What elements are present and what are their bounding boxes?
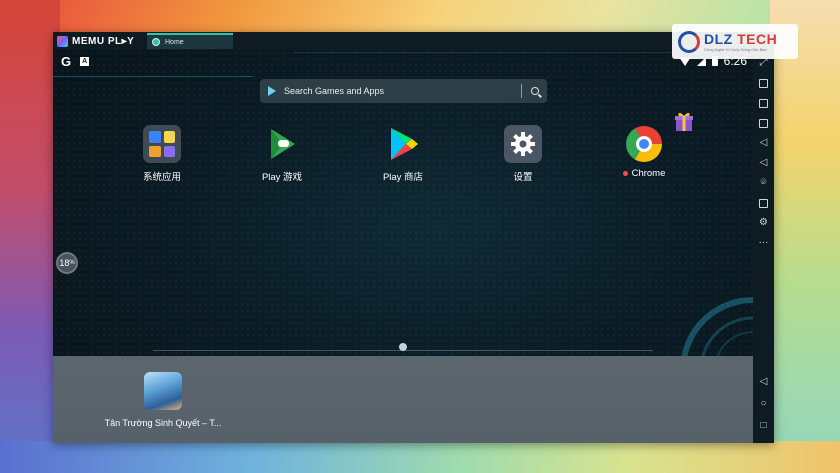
back-icon[interactable]: ◁	[757, 375, 771, 389]
app-notification-icon: A	[80, 57, 90, 66]
tab-home[interactable]: Home	[147, 33, 233, 49]
home-icon[interactable]: ○	[757, 397, 771, 411]
app-label: Play 游戏	[261, 172, 303, 183]
app-dock: Tân Trường Sinh Quyết – T...	[53, 356, 753, 443]
dock-app-label: Tân Trường Sinh Quyết – T...	[104, 418, 222, 428]
settings-icon[interactable]: ⚙	[757, 216, 771, 230]
hud-decoration	[293, 52, 693, 53]
keyboard-icon[interactable]	[757, 76, 771, 90]
memu-logo: MEMU PL▸Y	[53, 35, 147, 47]
gift-icon[interactable]	[673, 110, 695, 132]
app-system-apps[interactable]: 系统应用	[122, 125, 202, 183]
app-label: Play 商店	[382, 172, 424, 183]
folder-icon[interactable]	[757, 196, 771, 210]
system-apps-folder-icon	[143, 125, 181, 163]
screenshot-icon[interactable]	[757, 96, 771, 110]
search-icon[interactable]	[531, 87, 539, 95]
memu-logo-icon	[57, 35, 68, 47]
rotate-icon[interactable]	[757, 116, 771, 130]
watermark-subtitle: Công Nghệ Vì Cuộc Sống Của Bạn	[704, 47, 767, 52]
play-store-icon	[391, 128, 418, 160]
app-label: Chrome	[622, 168, 665, 179]
more-icon[interactable]: ···	[757, 236, 771, 250]
emulator-titlebar: MEMU PL▸Y Home	[53, 32, 774, 50]
android-nav-buttons: ◁ ○ □	[753, 375, 774, 433]
app-play-games[interactable]: Play 游戏	[242, 125, 322, 183]
memu-emulator-window: MEMU PL▸Y Home G A 6:26 Search Games and…	[53, 32, 774, 443]
side-toolbar: ⤢ ◁ ◁ ⌾ ⚙ ··· ◁ ○ □	[753, 50, 774, 443]
google-notification-icon: G	[61, 54, 72, 69]
desktop-wallpaper-bottom	[0, 441, 840, 473]
recents-icon[interactable]: □	[757, 419, 771, 433]
page-indicator-dot[interactable]	[399, 343, 407, 351]
play-games-icon	[271, 129, 295, 159]
settings-gear-icon	[504, 125, 542, 163]
location-icon[interactable]: ⌾	[757, 176, 771, 190]
search-divider	[521, 84, 522, 98]
search-input[interactable]: Search Games and Apps	[284, 86, 521, 96]
cleanup-progress-badge[interactable]: 18%	[56, 252, 78, 274]
search-bar[interactable]: Search Games and Apps	[260, 79, 547, 103]
dock-app-tan-truong-sinh-quyet[interactable]: Tân Trường Sinh Quyết – T...	[103, 372, 223, 428]
tab-home-label: Home	[165, 38, 184, 46]
volume-up-icon[interactable]: ◁	[757, 136, 771, 150]
hud-decoration	[53, 76, 253, 77]
app-play-store[interactable]: Play 商店	[363, 125, 443, 183]
memu-brand-text: MEMU PL▸Y	[72, 35, 135, 47]
new-app-dot	[622, 171, 628, 176]
desktop-wallpaper-right	[770, 0, 840, 473]
status-bar-left: G A	[61, 54, 90, 69]
home-tab-icon	[152, 38, 160, 46]
desktop-wallpaper-left	[0, 0, 60, 473]
android-home-screen: G A 6:26 Search Games and Apps 系统应用 Play…	[53, 50, 753, 443]
chrome-icon	[626, 126, 662, 162]
dlz-tech-logo-icon	[678, 30, 700, 53]
app-chrome[interactable]: Chrome	[604, 126, 684, 179]
app-settings[interactable]: 设置	[483, 125, 563, 183]
app-label: 系统应用	[142, 172, 181, 183]
volume-down-icon[interactable]: ◁	[757, 156, 771, 170]
dlz-tech-watermark: DLZ TECH Công Nghệ Vì Cuộc Sống Của Bạn	[672, 24, 798, 59]
game-icon	[144, 372, 182, 410]
play-store-search-icon	[268, 86, 276, 96]
watermark-title: DLZ TECH	[704, 31, 778, 47]
app-label: 设置	[513, 172, 533, 183]
